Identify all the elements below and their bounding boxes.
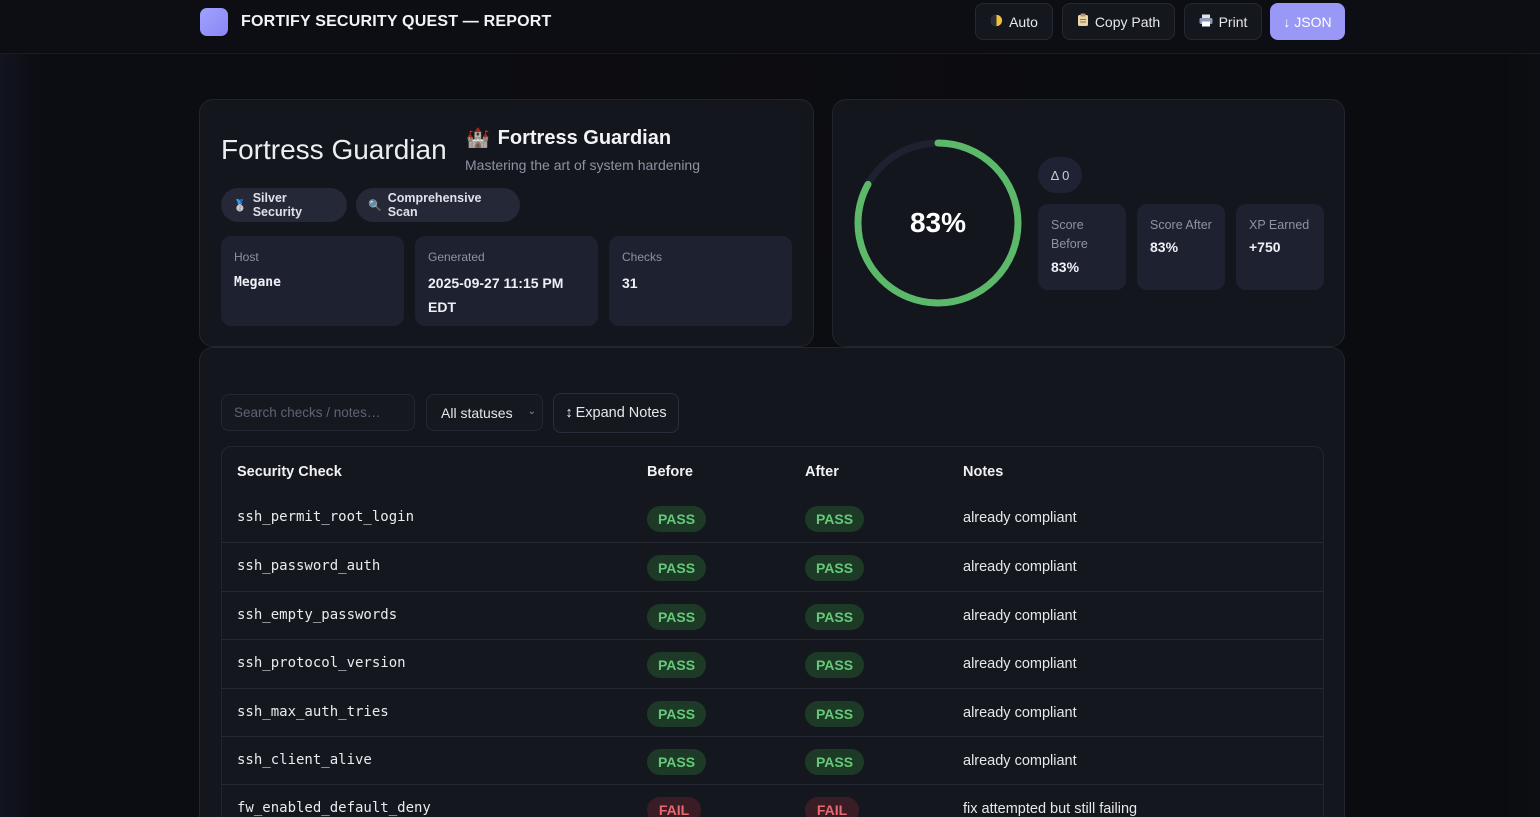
header-notes[interactable]: Notes — [963, 464, 1003, 480]
stat-value: +750 — [1249, 239, 1281, 255]
info-value: Megane — [234, 275, 281, 290]
checks-table: Security Check Before After Notes ssh_pe… — [221, 446, 1324, 817]
table-row[interactable]: ssh_empty_passwords PASS PASS already compl… — [222, 590, 1323, 639]
before-status-badge: PASS — [647, 652, 706, 679]
before-status-badge: PASS — [647, 749, 706, 775]
table-row[interactable]: ssh_client_alive PASS PASS already complian… — [222, 736, 1323, 784]
check-name: ssh_protocol_version — [237, 655, 406, 672]
check-notes: already compliant — [963, 704, 1077, 721]
stat-label: XP Earned — [1249, 218, 1310, 232]
badge-silver-security: 🥈 Silver Security — [221, 188, 347, 222]
copy-path-label: Copy Path — [1094, 13, 1161, 30]
after-status-badge: PASS — [805, 749, 864, 775]
info-label: Generated — [428, 250, 485, 264]
top-bar: FORTIFY SECURITY QUEST — REPORT Auto Cop… — [0, 0, 1540, 54]
table-row[interactable]: fw_enabled_default_deny FAIL FAIL fix attem… — [222, 784, 1323, 817]
status-filter-select[interactable]: All statuses ⌄ — [426, 394, 543, 431]
stat-label: Score After — [1150, 218, 1212, 232]
rank-title-text: Fortress Guardian — [497, 126, 672, 149]
badge-comprehensive-scan: 🔍 Comprehensive Scan — [356, 188, 520, 222]
check-notes: already compliant — [963, 656, 1077, 673]
info-label: Host — [234, 250, 259, 264]
check-notes: already compliant — [963, 607, 1077, 624]
info-label: Checks — [622, 250, 663, 264]
after-status-badge: PASS — [805, 506, 864, 532]
report-page: FORTIFY SECURITY QUEST — REPORT Auto Cop… — [0, 0, 1540, 817]
score-card: 83% Δ 0 Score Before 83% Score After 83%… — [832, 99, 1345, 347]
check-name: ssh_password_auth — [237, 558, 381, 575]
check-notes: already compliant — [963, 559, 1077, 576]
table-row[interactable]: ssh_password_auth PASS PASS already complia… — [222, 542, 1323, 590]
check-notes: fix attempted but still failing — [963, 801, 1138, 817]
table-row[interactable]: ssh_protocol_version PASS PASS already comp… — [222, 639, 1323, 687]
badge-label: Comprehensive Scan — [387, 191, 482, 219]
print-button[interactable]: Print — [1184, 3, 1262, 40]
theme-toggle-button[interactable]: Auto — [975, 3, 1053, 40]
check-name: ssh_empty_passwords — [237, 606, 398, 623]
before-status-badge: PASS — [647, 506, 706, 532]
info-generated: Generated 2025-09-27 11:15 PM EDT — [415, 236, 598, 326]
info-host: Host Megane — [221, 236, 404, 326]
rank-subtitle: Mastering the art of system hardening — [465, 157, 701, 173]
stat-score-before: Score Before 83% — [1038, 204, 1126, 290]
checks-card: All statuses ⌄ ↕ Expand Notes Security C… — [199, 347, 1345, 817]
after-status-badge: PASS — [805, 652, 864, 679]
check-name: ssh_permit_root_login — [237, 509, 415, 525]
after-status-badge: PASS — [805, 555, 864, 582]
expand-notes-label: Expand Notes — [575, 405, 667, 421]
rank-title: 🏰 Fortress Guardian — [466, 126, 671, 150]
half-moon-icon — [990, 14, 1003, 30]
download-json-button[interactable]: ↓ JSON — [1270, 3, 1345, 40]
medal-icon: 🥈 — [233, 199, 247, 212]
check-name: ssh_max_auth_tries — [237, 703, 389, 720]
castle-icon: 🏰 — [466, 128, 490, 149]
after-status-badge: PASS — [805, 700, 864, 727]
theme-toggle-label: Auto — [1009, 13, 1038, 30]
stat-score-after: Score After 83% — [1137, 204, 1225, 290]
badge-label: Silver Security — [252, 191, 303, 219]
before-status-badge: PASS — [647, 555, 706, 582]
stat-value: 83% — [1051, 259, 1080, 275]
table-row[interactable]: ssh_permit_root_login PASS PASS already com… — [222, 494, 1323, 542]
after-status-badge: PASS — [805, 603, 864, 630]
before-status-badge: PASS — [647, 700, 706, 727]
vertical-arrows-icon: ↕ — [565, 405, 573, 421]
info-value: 31 — [622, 275, 638, 291]
after-status-badge: FAIL — [805, 797, 859, 817]
clipboard-icon — [1077, 13, 1089, 30]
stat-value: 83% — [1150, 239, 1179, 255]
magnifier-icon: 🔍 — [368, 199, 382, 212]
header-security-check[interactable]: Security Check — [237, 464, 342, 480]
printer-icon — [1199, 14, 1213, 30]
table-row[interactable]: ssh_max_auth_tries PASS PASS already compli… — [222, 687, 1323, 736]
score-percent: 83% — [909, 207, 967, 238]
before-status-badge: PASS — [647, 603, 706, 630]
app-logo — [200, 8, 228, 36]
check-name: ssh_client_alive — [237, 752, 372, 768]
app-title: FORTIFY SECURITY QUEST — REPORT — [241, 13, 552, 30]
check-name: fw_enabled_default_deny — [237, 800, 431, 817]
status-filter-value: All statuses — [441, 404, 513, 421]
download-json-label: ↓ JSON — [1283, 13, 1332, 30]
info-value: 2025-09-27 11:15 PM EDT — [428, 275, 564, 315]
check-notes: already compliant — [963, 753, 1077, 769]
header-after[interactable]: After — [805, 464, 839, 480]
search-input[interactable] — [221, 394, 415, 431]
info-checks: Checks 31 — [609, 236, 792, 326]
print-label: Print — [1218, 13, 1248, 30]
header-before[interactable]: Before — [647, 464, 693, 480]
check-notes: already compliant — [963, 510, 1077, 526]
before-status-badge: FAIL — [647, 797, 701, 817]
expand-notes-button[interactable]: ↕ Expand Notes — [553, 393, 679, 433]
profile-name: Fortress Guardian — [221, 134, 447, 165]
score-delta-badge: Δ 0 — [1038, 157, 1082, 193]
stat-label: Score Before — [1051, 218, 1088, 251]
profile-card: Fortress Guardian 🏰 Fortress Guardian Ma… — [199, 99, 814, 347]
copy-path-button[interactable]: Copy Path — [1062, 3, 1175, 40]
chevron-down-icon: ⌄ — [527, 406, 536, 417]
stat-xp-earned: XP Earned +750 — [1236, 204, 1324, 290]
